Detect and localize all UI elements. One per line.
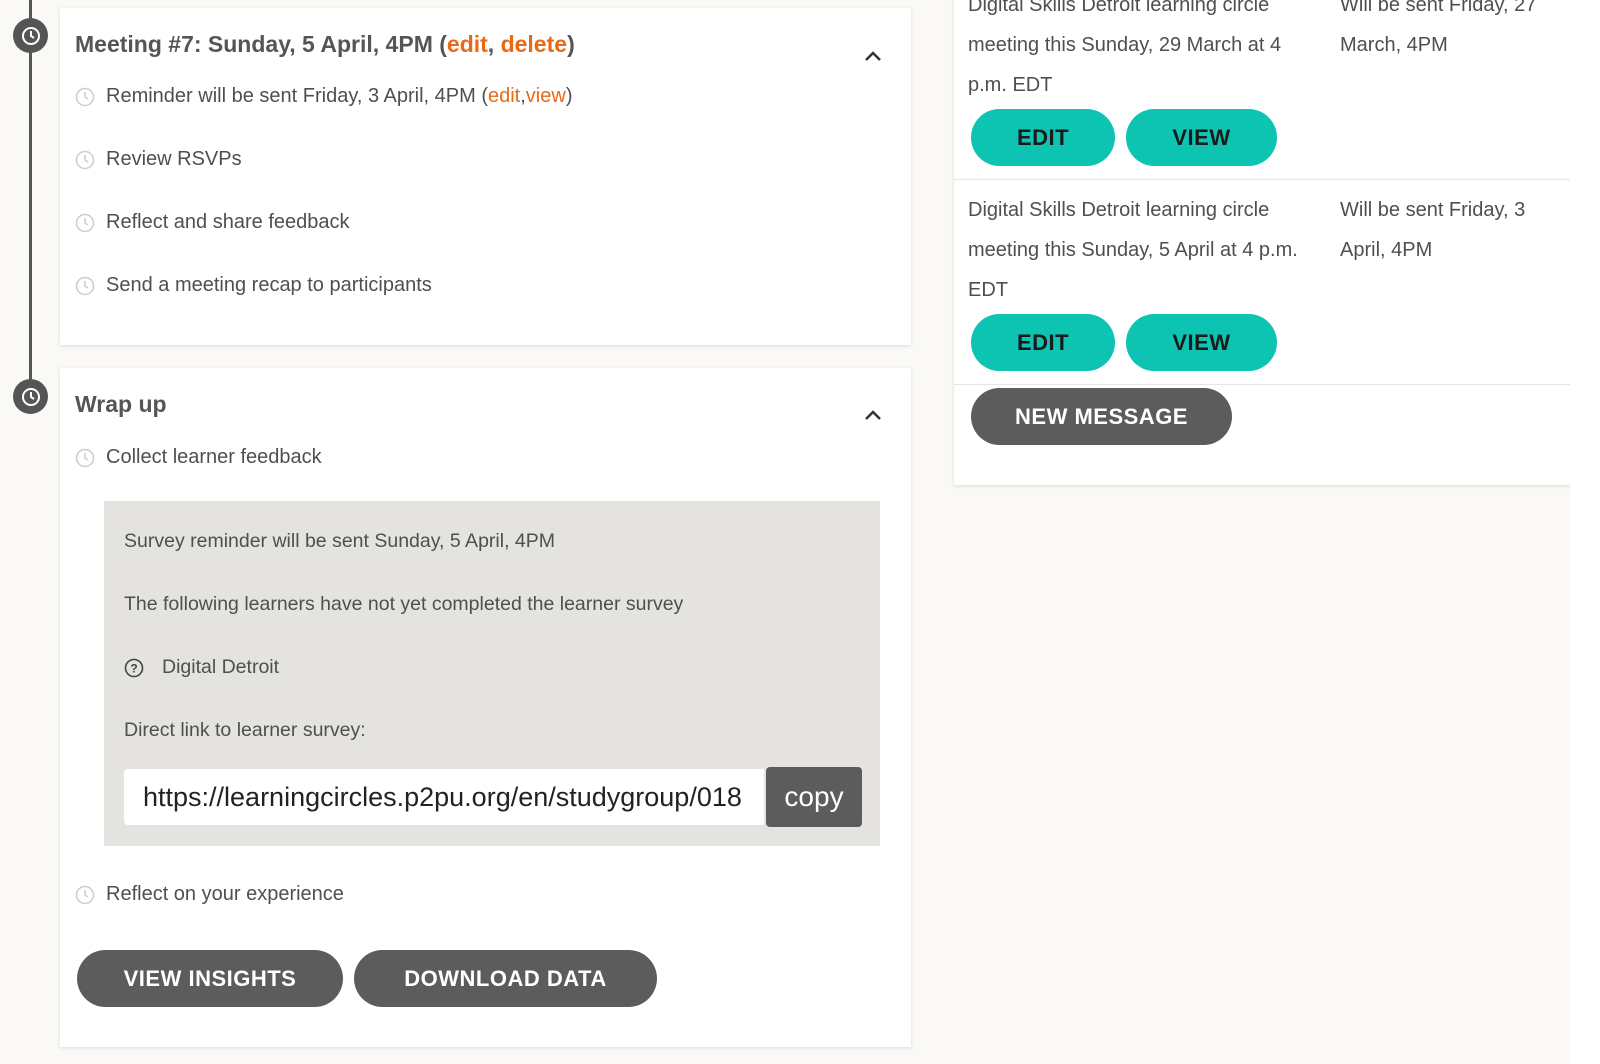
learner-row: ? Digital Detroit	[124, 656, 279, 679]
chevron-up-icon[interactable]	[863, 49, 883, 63]
message-view-button[interactable]: VIEW	[1126, 314, 1277, 371]
message-status: Will be sent Friday, 27 March, 4PM	[1340, 0, 1537, 56]
new-message-button[interactable]: NEW MESSAGE	[971, 388, 1232, 445]
message-status: Will be sent Friday, 3 April, 4PM	[1340, 199, 1526, 261]
not-completed-text: The following learners have not yet comp…	[124, 593, 684, 615]
chevron-up-icon[interactable]	[863, 408, 883, 422]
message-edit-button[interactable]: EDIT	[971, 109, 1115, 166]
clock-icon	[75, 213, 95, 232]
timeline-line	[29, 0, 32, 397]
clock-icon	[75, 150, 95, 169]
survey-panel: Survey reminder will be sent Sunday, 5 A…	[104, 501, 880, 846]
clock-icon	[75, 448, 95, 467]
question-circle-icon: ?	[124, 658, 144, 677]
clock-icon	[75, 87, 95, 106]
messages-card: Digital Skills Detroit learning circle m…	[954, 0, 1578, 485]
clock-icon	[75, 885, 95, 904]
survey-reminder-text: Survey reminder will be sent Sunday, 5 A…	[124, 530, 555, 552]
view-insights-button[interactable]: VIEW INSIGHTS	[77, 950, 343, 1007]
task-reflect-feedback: Reflect and share feedback	[75, 211, 350, 234]
wrapup-card: Wrap up Collect learner feedback Survey …	[60, 368, 911, 1047]
divider	[954, 384, 1578, 385]
divider	[954, 179, 1578, 180]
meeting-delete-link[interactable]: delete	[501, 31, 567, 57]
meeting-7-title: Meeting #7: Sunday, 5 April, 4PM (edit, …	[75, 31, 575, 57]
direct-link-label: Direct link to learner survey:	[124, 719, 366, 741]
wrapup-title: Wrap up	[75, 391, 167, 417]
message-edit-button[interactable]: EDIT	[971, 314, 1115, 371]
clock-icon	[75, 276, 95, 295]
task-send-recap: Send a meeting recap to participants	[75, 274, 432, 297]
task-review-rsvps: Review RSVPs	[75, 148, 242, 171]
message-subject: Digital Skills Detroit learning circle m…	[968, 199, 1298, 301]
message-view-button[interactable]: VIEW	[1126, 109, 1277, 166]
svg-text:?: ?	[130, 661, 137, 675]
download-data-button[interactable]: DOWNLOAD DATA	[354, 950, 657, 1007]
message-subject: Digital Skills Detroit learning circle m…	[968, 0, 1282, 96]
task-collect-feedback: Collect learner feedback	[75, 446, 322, 469]
reminder-task: Reminder will be sent Friday, 3 April, 4…	[75, 85, 572, 108]
meeting-7-card: Meeting #7: Sunday, 5 April, 4PM (edit, …	[60, 8, 911, 345]
timeline-clock-icon	[13, 379, 48, 414]
task-reflect-experience: Reflect on your experience	[75, 883, 344, 906]
reminder-view-link[interactable]: view	[526, 85, 566, 108]
reminder-edit-link[interactable]: edit	[488, 85, 520, 108]
copy-button[interactable]: copy	[766, 767, 862, 827]
timeline-clock-icon	[13, 18, 48, 53]
meeting-edit-link[interactable]: edit	[447, 31, 488, 57]
survey-url-input[interactable]	[124, 769, 764, 825]
page-edge	[1570, 0, 1600, 1064]
